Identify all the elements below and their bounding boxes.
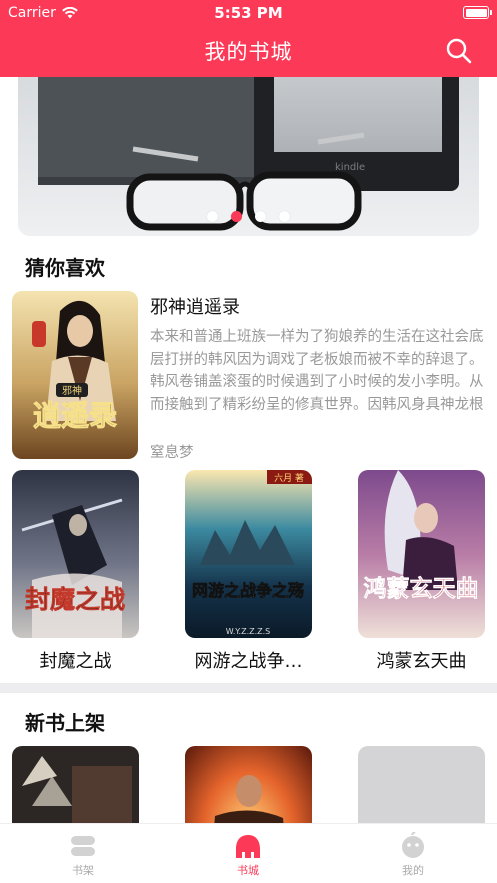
- svg-text:封魔之战: 封魔之战: [25, 585, 125, 614]
- book-cover[interactable]: [185, 746, 312, 823]
- banner-dot[interactable]: [207, 211, 218, 222]
- search-icon[interactable]: [445, 37, 473, 65]
- bookshelf-icon: [71, 836, 95, 856]
- new-book-item[interactable]: [185, 746, 312, 823]
- featured-book-title[interactable]: 邪神逍遥录: [150, 293, 240, 319]
- book-cover[interactable]: 封魔之战: [12, 470, 139, 638]
- book-cover-placeholder[interactable]: [358, 746, 485, 823]
- new-book-item[interactable]: [12, 746, 139, 823]
- cover-image: 邪神 逍遥录: [12, 291, 138, 459]
- status-bar: Carrier 5:53 PM: [0, 0, 497, 26]
- svg-text:kindle: kindle: [335, 162, 365, 173]
- tab-bookshelf[interactable]: 书架: [43, 832, 123, 878]
- cover-image: [12, 746, 139, 823]
- featured-book[interactable]: 邪神 逍遥录 邪神逍遥录 本来和普通上班族一样为了狗娘养的生活在这社会底层打拼的…: [12, 291, 490, 461]
- tab-label: 书架: [72, 864, 94, 877]
- new-book-item[interactable]: [358, 746, 485, 823]
- book-cover[interactable]: 邪神 逍遥录: [12, 291, 138, 459]
- tab-profile[interactable]: 我的: [373, 832, 453, 878]
- featured-book-author: 窒息梦: [150, 445, 194, 461]
- book-item[interactable]: 鸿蒙玄天曲 鸿蒙玄天曲: [358, 470, 485, 673]
- profile-icon: [402, 832, 424, 858]
- cover-image: 鸿蒙玄天曲: [358, 470, 485, 638]
- book-item[interactable]: 封魔之战 封魔之战: [12, 470, 139, 673]
- tab-label: 我的: [402, 864, 424, 877]
- svg-text:六月 著: 六月 著: [274, 472, 304, 484]
- book-cover[interactable]: 鸿蒙玄天曲: [358, 470, 485, 638]
- section-title-recommend: 猜你喜欢: [25, 256, 105, 280]
- book-item[interactable]: 六月 著 网游之战争之殇 W.Y.Z.Z.Z.S 网游之战争…: [185, 470, 312, 673]
- svg-text:W.Y.Z.Z.Z.S: W.Y.Z.Z.Z.S: [226, 627, 271, 636]
- banner-dot[interactable]: [255, 211, 266, 222]
- bookstore-icon: [236, 835, 260, 858]
- cover-image: [185, 746, 312, 823]
- cover-image: 封魔之战: [12, 470, 139, 638]
- battery-icon: [463, 6, 492, 19]
- bookstore-content[interactable]: kindle 猜你喜欢 邪神 逍遥录 邪神逍遥录 本来和普通上班族一样为了狗娘养…: [0, 77, 497, 823]
- svg-text:鸿蒙玄天曲: 鸿蒙玄天曲: [364, 575, 479, 602]
- app-screen: Carrier 5:53 PM 我的书城 kindle 猜你喜欢 邪神 逍遥录 …: [0, 0, 497, 883]
- book-cover[interactable]: 六月 著 网游之战争之殇 W.Y.Z.Z.Z.S: [185, 470, 312, 638]
- status-time: 5:53 PM: [214, 4, 283, 22]
- tab-label: 书城: [237, 864, 259, 877]
- book-cover[interactable]: [12, 746, 139, 823]
- book-name[interactable]: 鸿蒙玄天曲: [358, 647, 485, 673]
- section-title-new-books: 新书上架: [25, 711, 105, 735]
- tab-bookstore[interactable]: 书城: [208, 832, 288, 878]
- svg-text:邪神: 邪神: [62, 384, 82, 397]
- banner-dot-active[interactable]: [231, 211, 242, 222]
- banner-dot[interactable]: [279, 211, 290, 222]
- tab-bar: 书架 书城 我的: [0, 823, 497, 883]
- navigation-bar: Carrier 5:53 PM 我的书城: [0, 0, 497, 77]
- cover-image: 六月 著 网游之战争之殇 W.Y.Z.Z.Z.S: [185, 470, 312, 638]
- banner-carousel[interactable]: kindle: [18, 77, 479, 236]
- svg-text:逍遥录: 逍遥录: [33, 399, 117, 432]
- svg-text:网游之战争之殇: 网游之战争之殇: [192, 581, 304, 600]
- featured-book-description: 本来和普通上班族一样为了狗娘养的生活在这社会底层打拼的韩风因为调戏了老板娘而被不…: [150, 329, 484, 413]
- book-name[interactable]: 封魔之战: [12, 647, 139, 673]
- section-divider: [0, 683, 497, 693]
- book-name[interactable]: 网游之战争…: [185, 647, 312, 673]
- banner-pagination[interactable]: [18, 211, 479, 222]
- page-title: 我的书城: [204, 40, 293, 64]
